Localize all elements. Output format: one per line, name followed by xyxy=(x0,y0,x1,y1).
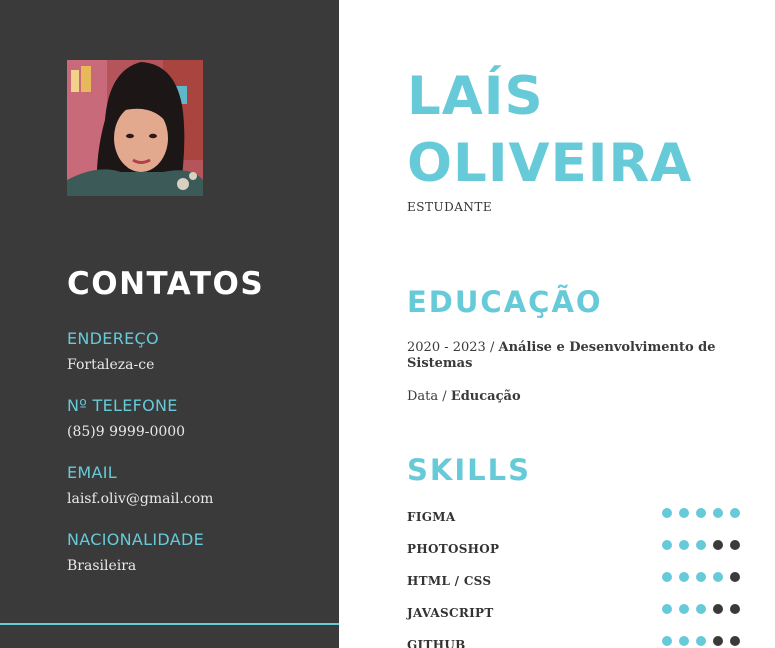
skill-dot-filled xyxy=(696,540,706,550)
skill-dot-filled xyxy=(679,540,689,550)
skill-dot-filled xyxy=(696,636,706,646)
phone-value: (85)9 9999-0000 xyxy=(67,424,186,440)
skill-dot-filled xyxy=(713,572,723,582)
contacts-title: CONTATOS xyxy=(67,266,265,302)
skill-dot-filled xyxy=(662,604,672,614)
skill-dot-empty xyxy=(713,604,723,614)
phone-label: Nº TELEFONE xyxy=(67,396,178,415)
skill-dot-filled xyxy=(679,604,689,614)
education-date: 2020 - 2023 xyxy=(407,340,486,355)
skill-name-javascript: JAVASCRIPT xyxy=(407,606,494,620)
skill-dot-filled xyxy=(662,508,672,518)
education-separator: / xyxy=(485,340,499,355)
education-item: 2020 - 2023 / Análise e Desenvolvimento … xyxy=(407,340,727,372)
skill-name-html-css: HTML / CSS xyxy=(407,574,492,588)
education-separator: / xyxy=(438,389,451,404)
role-title: ESTUDANTE xyxy=(407,200,493,214)
profile-photo xyxy=(67,60,203,196)
sidebar: CONTATOS ENDEREÇO Fortaleza-ce Nº TELEFO… xyxy=(0,0,339,648)
skill-dot-empty xyxy=(713,636,723,646)
skill-level-github xyxy=(662,636,740,646)
sidebar-divider xyxy=(0,623,339,625)
skill-dot-empty xyxy=(730,540,740,550)
skill-dot-empty xyxy=(730,604,740,614)
skill-dot-filled xyxy=(696,572,706,582)
skill-dot-filled xyxy=(730,508,740,518)
education-item: Data / Educação xyxy=(407,389,727,405)
nationality-label: NACIONALIDADE xyxy=(67,530,204,549)
education-date: Data xyxy=(407,389,439,404)
address-value: Fortaleza-ce xyxy=(67,357,155,373)
skill-dot-filled xyxy=(662,540,672,550)
skill-level-javascript xyxy=(662,604,740,614)
skill-dot-filled xyxy=(662,636,672,646)
skill-dot-filled xyxy=(696,508,706,518)
skill-dot-filled xyxy=(679,572,689,582)
skill-dot-filled xyxy=(679,508,689,518)
skill-dot-empty xyxy=(730,572,740,582)
skill-dot-filled xyxy=(679,636,689,646)
email-label: EMAIL xyxy=(67,463,117,482)
skill-level-photoshop xyxy=(662,540,740,550)
skill-name-figma: FIGMA xyxy=(407,510,456,524)
name-first: LAÍS xyxy=(407,66,544,127)
name-last: OLIVEIRA xyxy=(407,133,693,194)
skill-level-figma xyxy=(662,508,740,518)
skill-name-github: GITHUB xyxy=(407,638,466,648)
skill-name-photoshop: PHOTOSHOP xyxy=(407,542,500,556)
education-course: Educação xyxy=(450,389,521,404)
education-title: EDUCAÇÃO xyxy=(407,285,603,319)
skill-dot-filled xyxy=(713,508,723,518)
nationality-value: Brasileira xyxy=(67,558,137,574)
skill-dot-empty xyxy=(730,636,740,646)
email-value: laisf.oliv@gmail.com xyxy=(67,491,214,507)
skill-level-html-css xyxy=(662,572,740,582)
address-label: ENDEREÇO xyxy=(67,329,159,348)
skills-title: SKILLS xyxy=(407,453,531,487)
skill-dot-filled xyxy=(662,572,672,582)
skill-dot-empty xyxy=(713,540,723,550)
skill-dot-filled xyxy=(696,604,706,614)
